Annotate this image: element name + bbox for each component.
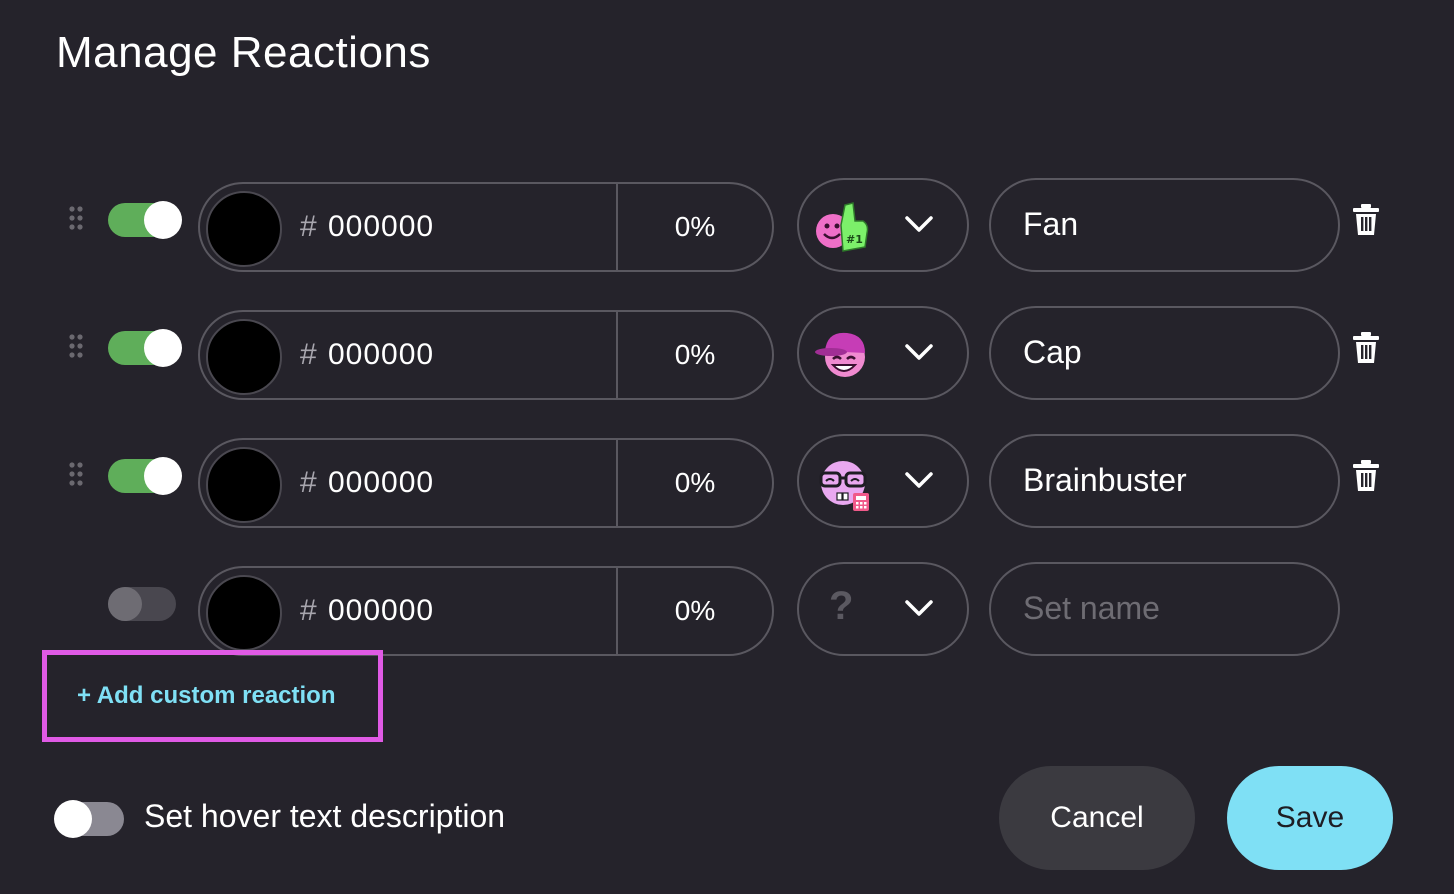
emoji-select[interactable]: ?	[797, 562, 969, 656]
drag-handle-icon[interactable]	[68, 461, 84, 487]
toggle-knob	[144, 329, 182, 367]
reaction-enabled-toggle[interactable]	[108, 457, 182, 495]
chevron-down-icon	[903, 342, 935, 362]
reaction-enabled-toggle[interactable]	[108, 201, 182, 239]
reaction-name-input[interactable]: Fan	[989, 178, 1340, 272]
hash-symbol: #	[300, 210, 317, 243]
reaction-name-placeholder: Set name	[1023, 590, 1160, 626]
hex-color-input[interactable]: 000000	[328, 466, 434, 500]
reaction-row-new: # 000000 0% ? Set name	[0, 562, 1454, 658]
trash-icon[interactable]	[1352, 460, 1380, 492]
color-field: # 000000 0%	[198, 566, 774, 656]
hash-symbol: #	[300, 338, 317, 371]
cap-emoji-icon	[813, 323, 875, 385]
chevron-down-icon	[903, 470, 935, 490]
reaction-name-input[interactable]: Brainbuster	[989, 434, 1340, 528]
color-swatch[interactable]	[206, 575, 282, 651]
page-title: Manage Reactions	[56, 28, 431, 77]
opacity-input[interactable]: 0%	[618, 211, 772, 243]
hex-color-input[interactable]: 000000	[328, 594, 434, 628]
opacity-input[interactable]: 0%	[618, 467, 772, 499]
color-swatch[interactable]	[206, 447, 282, 523]
opacity-input[interactable]: 0%	[618, 339, 772, 371]
hex-color-input[interactable]: 000000	[328, 210, 434, 244]
emoji-select[interactable]: #1	[797, 178, 969, 272]
save-button[interactable]: Save	[1227, 766, 1393, 870]
color-swatch[interactable]	[206, 319, 282, 395]
foam-finger-emoji-icon: #1	[813, 195, 875, 257]
toggle-knob	[144, 457, 182, 495]
color-field: # 000000 0%	[198, 310, 774, 400]
opacity-input[interactable]: 0%	[618, 595, 772, 627]
hash-symbol: #	[300, 594, 317, 627]
cancel-button[interactable]: Cancel	[999, 766, 1195, 870]
add-custom-reaction-highlight: + Add custom reaction	[42, 650, 383, 742]
reaction-row: # 000000 0% Cap	[0, 306, 1454, 402]
hex-color-input[interactable]: 000000	[328, 338, 434, 372]
toggle-knob	[144, 201, 182, 239]
reaction-enabled-toggle[interactable]	[108, 587, 176, 621]
manage-reactions-page: Manage Reactions # 000000 0% #1 Fan # 00…	[0, 0, 1454, 894]
drag-handle-icon[interactable]	[68, 205, 84, 231]
chevron-down-icon	[903, 598, 935, 618]
hover-text-toggle[interactable]	[54, 800, 124, 838]
question-mark-icon: ?	[829, 584, 854, 628]
color-swatch[interactable]	[206, 191, 282, 267]
emoji-select[interactable]	[797, 306, 969, 400]
hover-text-label: Set hover text description	[144, 798, 506, 834]
drag-handle-icon[interactable]	[68, 333, 84, 359]
toggle-knob	[108, 587, 142, 621]
reaction-name-input[interactable]: Set name	[989, 562, 1340, 656]
reaction-enabled-toggle[interactable]	[108, 329, 182, 367]
reaction-name-value: Cap	[1023, 334, 1082, 370]
svg-text:#1: #1	[846, 233, 863, 246]
reaction-name-value: Brainbuster	[1023, 462, 1187, 498]
hash-symbol: #	[300, 466, 317, 499]
color-field: # 000000 0%	[198, 182, 774, 272]
trash-icon[interactable]	[1352, 332, 1380, 364]
reaction-row: # 000000 0% Brainbuster	[0, 434, 1454, 530]
reaction-row: # 000000 0% #1 Fan	[0, 178, 1454, 274]
emoji-select[interactable]	[797, 434, 969, 528]
trash-icon[interactable]	[1352, 204, 1380, 236]
reaction-name-input[interactable]: Cap	[989, 306, 1340, 400]
chevron-down-icon	[903, 214, 935, 234]
add-custom-reaction-link[interactable]: + Add custom reaction	[77, 682, 336, 710]
toggle-knob	[54, 800, 92, 838]
reaction-name-value: Fan	[1023, 206, 1079, 242]
nerd-emoji-icon	[813, 451, 875, 513]
color-field: # 000000 0%	[198, 438, 774, 528]
